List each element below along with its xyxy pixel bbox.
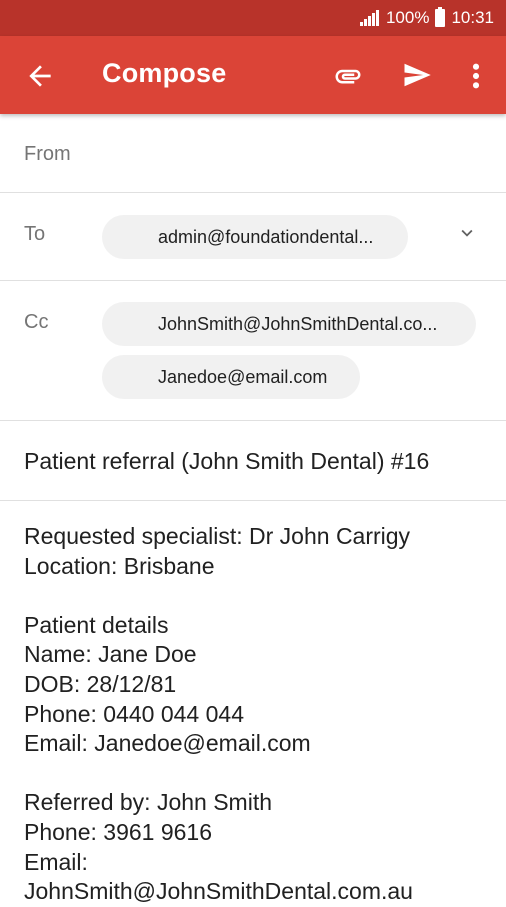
from-label: From (24, 143, 71, 165)
page-title: Compose (102, 58, 227, 88)
status-icons: 100% 10:31 (359, 0, 494, 36)
cc-chip[interactable]: JohnSmith@JohnSmithDental.co... (102, 302, 476, 346)
attach-icon[interactable] (332, 61, 364, 91)
subject-field[interactable]: Patient referral (John Smith Dental) #16 (24, 448, 429, 475)
body-line: JohnSmith@JohnSmithDental.com.au (24, 878, 413, 905)
body-line: Phone: 0440 044 044 (24, 700, 244, 727)
cc-label: Cc (24, 311, 49, 333)
cc-chip[interactable]: Janedoe@email.com (102, 355, 360, 399)
battery-icon (435, 7, 446, 27)
body-line: Referred by: John Smith (24, 789, 273, 816)
signal-icon (359, 10, 380, 26)
send-icon[interactable] (400, 60, 434, 90)
body-line: Patient details (24, 611, 169, 638)
back-arrow-icon[interactable] (24, 60, 56, 92)
body-line: Name: Jane Doe (24, 641, 197, 668)
body-line: Requested specialist: Dr John Carrigy (24, 523, 411, 549)
chevron-down-icon[interactable] (456, 222, 478, 244)
body-line: Email: (24, 848, 88, 875)
to-label: To (24, 223, 46, 245)
body-line (24, 581, 504, 611)
more-options-icon[interactable] (466, 60, 486, 92)
clock: 10:31 (451, 8, 494, 27)
status-bar: 100% 10:31 (0, 0, 506, 36)
body-line: DOB: 28/12/81 (24, 670, 177, 697)
body-line (24, 759, 504, 789)
compose-body[interactable]: Requested specialist: Dr John Carrigy Lo… (24, 522, 504, 907)
body-line: Phone: 3961 9616 (24, 818, 213, 845)
app-bar: Compose (0, 36, 506, 114)
body-line: Email: Janedoe@email.com (24, 730, 311, 757)
recipient-chip[interactable]: admin@foundationdental... (102, 215, 408, 259)
battery-percentage: 100% (385, 8, 430, 27)
body-line: Location: Brisbane (24, 552, 215, 579)
from-row[interactable]: From (0, 114, 506, 193)
